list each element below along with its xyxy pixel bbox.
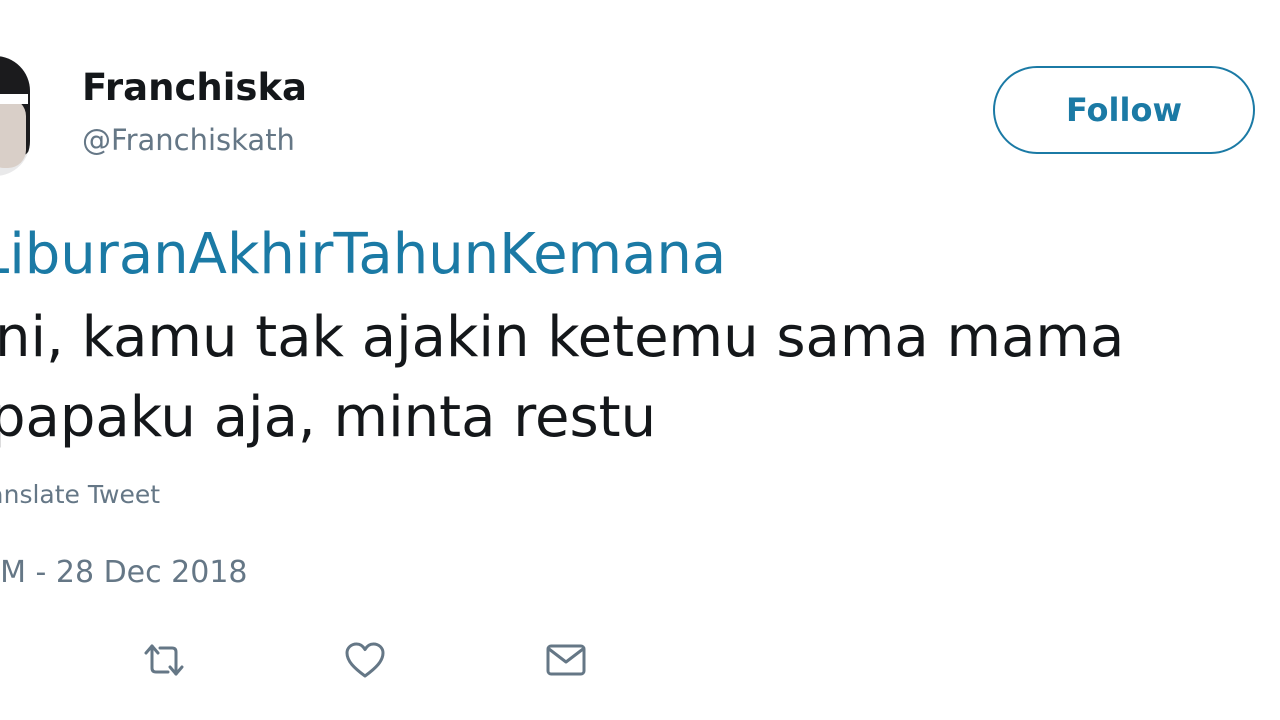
author-handle[interactable]: @Franchiskath	[82, 123, 295, 157]
retweet-icon	[144, 644, 184, 676]
tweet-card: Franchiska @Franchiskath Follow LiburanA…	[0, 0, 1280, 720]
retweet-button[interactable]	[140, 638, 188, 682]
avatar-band	[0, 94, 28, 104]
hashtag-link[interactable]: LiburanAkhirTahunKemana	[0, 222, 726, 287]
envelope-icon	[546, 644, 586, 676]
tweet-text-line: ni, kamu tak ajakin ketemu sama mama	[0, 305, 1125, 370]
tweet-text-line: papaku aja, minta restu	[0, 385, 657, 450]
translate-tweet-link[interactable]: ranslate Tweet	[0, 480, 160, 509]
tweet-timestamp[interactable]: PM - 28 Dec 2018	[0, 555, 248, 590]
like-button[interactable]	[341, 638, 389, 682]
follow-button[interactable]: Follow	[993, 66, 1255, 154]
direct-message-button[interactable]	[542, 638, 590, 682]
avatar-face	[0, 98, 26, 168]
avatar[interactable]	[0, 56, 30, 176]
author-display-name[interactable]: Franchiska	[82, 66, 307, 109]
heart-icon	[345, 642, 385, 678]
